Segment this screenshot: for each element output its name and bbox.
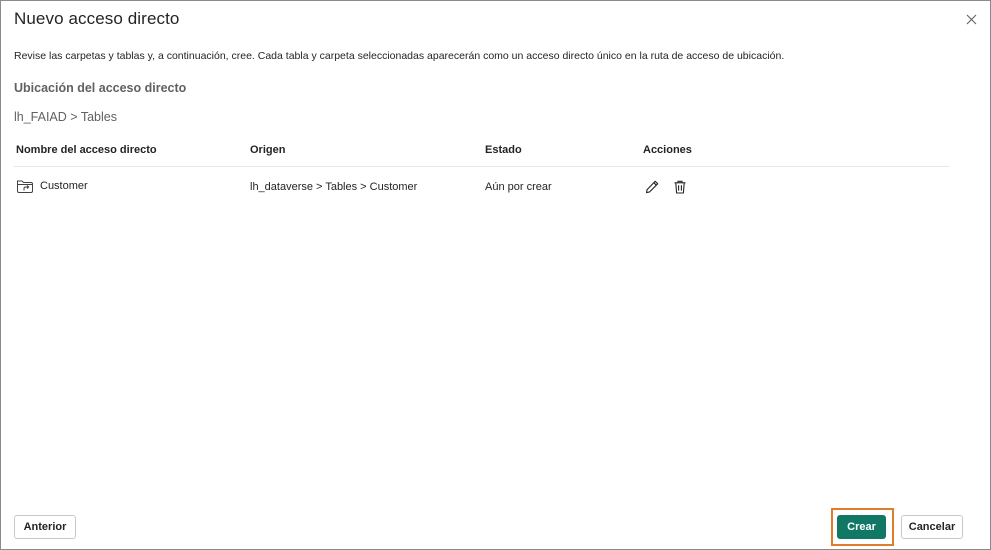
edit-icon[interactable] [644, 179, 660, 195]
shortcut-folder-icon [17, 180, 33, 193]
back-button[interactable]: Anterior [14, 515, 76, 539]
dialog-title: Nuevo acceso directo [14, 9, 180, 28]
row-actions [643, 178, 689, 196]
close-icon[interactable] [966, 14, 977, 25]
cancel-button[interactable]: Cancelar [901, 515, 963, 539]
header-actions: Acciones [643, 144, 692, 156]
shortcut-origin: lh_dataverse > Tables > Customer [250, 181, 418, 193]
delete-button[interactable] [671, 178, 689, 196]
header-name: Nombre del acceso directo [16, 144, 157, 156]
edit-button[interactable] [643, 178, 661, 196]
new-shortcut-dialog: Nuevo acceso directo Revise las carpetas… [0, 0, 991, 550]
shortcut-name-cell: Customer [16, 178, 88, 194]
create-button[interactable]: Crear [837, 515, 886, 539]
shortcut-name: Customer [40, 180, 88, 192]
dialog-description: Revise las carpetas y tablas y, a contin… [14, 50, 785, 62]
header-status: Estado [485, 144, 522, 156]
shortcut-status: Aún por crear [485, 181, 552, 193]
location-label: Ubicación del acceso directo [14, 81, 187, 95]
delete-icon[interactable] [672, 179, 688, 195]
shortcuts-table: Nombre del acceso directo Origen Estado … [14, 141, 949, 209]
close-button[interactable] [961, 9, 981, 29]
header-origin: Origen [250, 144, 286, 156]
table-header: Nombre del acceso directo Origen Estado … [14, 141, 949, 167]
table-row: Customer lh_dataverse > Tables > Custome… [14, 167, 949, 209]
location-path: lh_FAIAD > Tables [14, 110, 117, 124]
